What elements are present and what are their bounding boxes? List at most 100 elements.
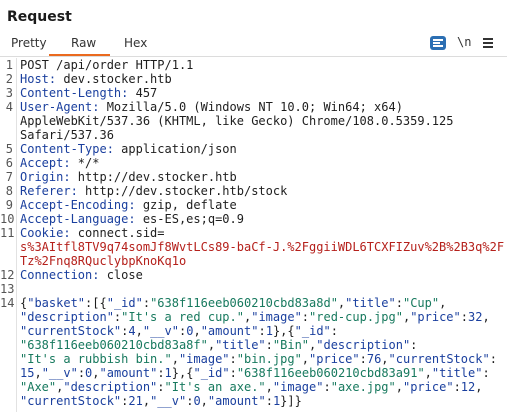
line-content: Host: dev.stocker.htb — [20, 72, 172, 86]
json-string: "638f116eeb060210cbd83a91" — [236, 366, 425, 380]
json-punct: : — [265, 394, 273, 408]
json-punct: : — [157, 366, 165, 380]
json-punct: : — [489, 352, 497, 366]
json-key: "__v" — [41, 366, 78, 380]
header-name: Connection: — [20, 268, 100, 282]
json-punct: : — [258, 324, 266, 338]
json-number: 1 — [265, 324, 273, 338]
json-string: "It's a rubbish bin." — [20, 352, 172, 366]
json-string: "bin.jpg" — [236, 352, 302, 366]
request-line: POST /api/order HTTP/1.1 — [20, 58, 194, 72]
json-key: "currentStock" — [20, 394, 122, 408]
header-name: Host: — [20, 72, 57, 86]
line-content: Referer: http://dev.stocker.htb/stock — [20, 184, 287, 198]
json-punct: : — [142, 296, 151, 310]
editor-line: 15,"__v":0,"amount":1},{"_id":"638f116ee… — [0, 366, 507, 380]
line-content: POST /api/order HTTP/1.1 — [20, 58, 193, 72]
json-punct: , — [475, 380, 483, 394]
json-key: "image" — [178, 352, 230, 366]
word-wrap-icon[interactable] — [430, 36, 446, 50]
cookie-value: s%3AItfl8TV9q74somJf8WvtLCs89-baCf-J.%2F… — [20, 240, 505, 254]
line-content: s%3AItfl8TV9q74somJf8WvtLCs89-baCf-J.%2F… — [20, 240, 504, 254]
line-number: 1 — [5, 58, 13, 72]
json-punct: },{ — [272, 324, 295, 338]
header-value: http://dev.stocker.htb/stock — [77, 184, 288, 198]
json-key: "price" — [402, 380, 454, 394]
line-number: 5 — [5, 142, 13, 156]
json-punct: , — [381, 352, 389, 366]
line-content: Content-Type: application/json — [20, 142, 237, 156]
editor-line: "Axe","description":"It's an axe.","imag… — [0, 380, 507, 394]
json-punct: : — [482, 366, 490, 380]
json-key: "description" — [63, 380, 158, 394]
editor-line: 2 Host: dev.stocker.htb — [0, 72, 507, 86]
tab-pretty[interactable]: Pretty — [11, 36, 47, 50]
header-value: dev.stocker.htb — [56, 72, 172, 86]
json-string: "638f116eeb060210cbd83a8f" — [20, 338, 208, 352]
json-string: "638f116eeb060210cbd83a8d" — [150, 296, 338, 310]
line-content: "currentStock":4,"__v":0,"amount":1},{"_… — [20, 324, 338, 338]
header-name: Origin: — [20, 170, 71, 184]
editor-line: 7 Origin: http://dev.stocker.htb — [0, 170, 507, 184]
json-number: 1 — [164, 366, 172, 380]
json-punct: , — [92, 366, 100, 380]
line-number: 13 — [0, 282, 15, 296]
editor-line: 3 Content-Length: 457 — [0, 86, 507, 100]
line-number: 9 — [5, 198, 13, 212]
line-number: 2 — [5, 72, 13, 86]
json-punct: : — [301, 310, 310, 324]
editor-line: "currentStock":21,"__v":0,"amount":1}]} — [0, 394, 507, 408]
header-value: 457 — [128, 86, 158, 100]
json-punct: : — [323, 380, 331, 394]
json-punct: [{ — [92, 296, 107, 310]
line-content: "description": "It's a red cup.", "image":… — [20, 310, 490, 324]
json-key: "description" — [20, 310, 114, 324]
line-content: Tz%2Fnq8RQuclybpKnoKq1o — [20, 254, 186, 268]
editor-line: 11 Cookie: connect.sid= — [0, 226, 507, 240]
editor-line: 10 Accept-Language: es-ES,es;q=0.9 — [0, 212, 507, 226]
line-content: Safari/537.36 — [20, 128, 114, 142]
json-punct: : — [395, 296, 403, 310]
json-punct: , — [207, 338, 216, 352]
json-punct: , — [34, 366, 42, 380]
editor-line: Tz%2Fnq8RQuclybpKnoKq1o — [0, 254, 507, 268]
json-punct: : — [410, 338, 418, 352]
editor-line: 6 Accept: */* — [0, 156, 507, 170]
json-key: "title" — [431, 366, 483, 380]
header-value: es-ES,es;q=0.9 — [135, 212, 244, 226]
panel-title: Request — [7, 9, 72, 25]
json-punct: , — [171, 352, 179, 366]
line-content: {"basket":[{"_id":"638f116eeb060210cbd83… — [20, 296, 446, 310]
tab-divider — [0, 56, 507, 57]
json-number: 21 — [128, 394, 143, 408]
show-newlines-button[interactable]: \n — [457, 35, 471, 51]
json-key: "price" — [309, 352, 360, 366]
header-name: Referer: — [20, 184, 78, 198]
json-string: "Cup" — [402, 296, 440, 310]
line-number: 8 — [5, 184, 13, 198]
json-key: "description" — [316, 338, 411, 352]
json-number: 12 — [460, 380, 476, 394]
tab-hex[interactable]: Hex — [124, 36, 147, 50]
line-content: "638f116eeb060210cbd83a8f","title":"Bin"… — [20, 338, 417, 352]
request-editor[interactable]: 1 POST /api/order HTTP/1.1 2 Host: dev.stoc… — [0, 58, 507, 408]
json-key: "currentStock" — [388, 352, 490, 366]
menu-icon[interactable] — [483, 35, 493, 51]
json-punct: : — [229, 352, 237, 366]
tab-raw[interactable]: Raw — [71, 36, 96, 50]
line-content: Accept-Encoding: gzip, deflate — [20, 198, 237, 212]
editor-line: 13 — [0, 282, 507, 296]
header-name: Content-Length: — [20, 86, 129, 100]
line-content: "It's a rubbish bin.","image":"bin.jpg",… — [20, 352, 497, 366]
json-string: "It's an axe." — [164, 380, 266, 394]
json-number: 32 — [468, 310, 483, 324]
json-key: "__v" — [142, 324, 179, 338]
json-punct: },{ — [171, 366, 194, 380]
header-value: AppleWebKit/537.36 (KHTML, like Gecko) C… — [20, 114, 454, 128]
line-content: "currentStock":21,"__v":0,"amount":1}]} — [20, 394, 302, 408]
line-content: AppleWebKit/537.36 (KHTML, like Gecko) C… — [20, 114, 453, 128]
line-content: Connection: close — [20, 268, 143, 282]
json-key: "amount" — [200, 324, 259, 338]
editor-line: 14 {"basket":[{"_id":"638f116eeb060210cbd… — [0, 296, 507, 310]
editor-line: AppleWebKit/537.36 (KHTML, like Gecko) C… — [0, 114, 507, 128]
